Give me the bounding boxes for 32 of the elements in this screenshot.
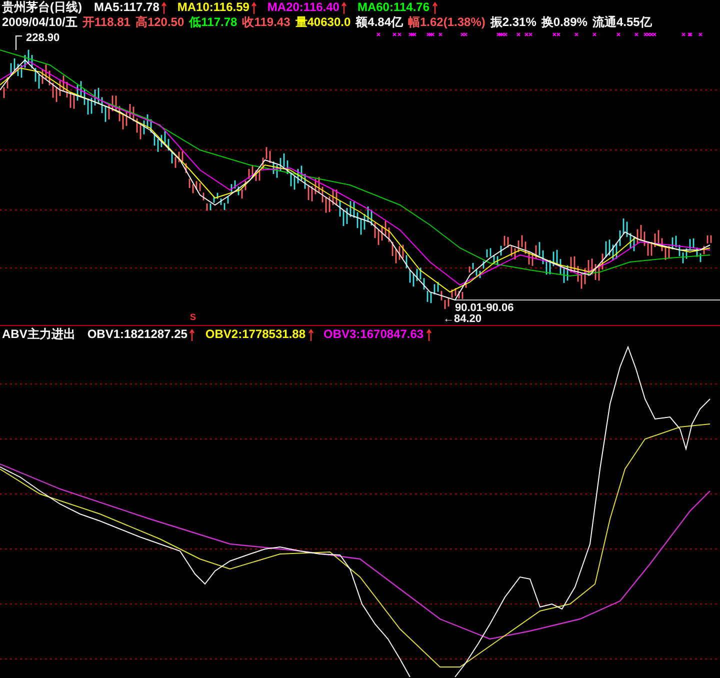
moving-average-value: MA10:116.59 (177, 0, 250, 15)
high-price-label: 228.90 (26, 31, 60, 46)
up-arrow-icon (308, 328, 314, 340)
up-arrow-icon (161, 2, 168, 14)
quote-field: 收119.43 (242, 15, 290, 30)
range-label: 90.01-90.06 (455, 302, 514, 314)
up-arrow-icon (341, 2, 348, 14)
up-arrow-icon (189, 328, 196, 340)
quote-field: 低117.78 (189, 15, 238, 30)
up-arrow-icon (426, 328, 432, 340)
quote-field: 流通4.55亿 (592, 15, 652, 30)
quote-date: 2009/04/10/五 (2, 15, 78, 30)
high-marker (16, 36, 22, 50)
quote-field: 高120.50 (135, 15, 184, 30)
quote-field: 开118.81 (82, 15, 130, 30)
moving-average-value: MA20:116.40 (267, 0, 340, 15)
indicator-value: OBV2:1778531.88 (205, 327, 306, 342)
stock-title: 贵州茅台(日线) (2, 0, 82, 15)
moving-average-value: MA5:117.78 (94, 0, 160, 15)
quote-field: 量40630.0 (295, 15, 351, 30)
quote-field: 额4.84亿 (356, 15, 403, 30)
up-arrow-icon (432, 2, 438, 14)
signal-mark: S (190, 312, 196, 322)
indicator-value: OBV3:1670847.63 (324, 327, 424, 342)
moving-average-value: MA60:114.76 (357, 0, 430, 15)
quote-field: 幅1.62(1.38%) (408, 15, 486, 30)
indicator-title: ABV主力进出 (2, 327, 76, 342)
low-price-label: ←84.20 (443, 313, 482, 325)
indicator-value: OBV1:1821287.25 (87, 327, 188, 342)
up-arrow-icon (251, 2, 258, 14)
quote-field: 振2.31% (490, 15, 536, 30)
quote-field: 换0.89% (541, 15, 588, 30)
